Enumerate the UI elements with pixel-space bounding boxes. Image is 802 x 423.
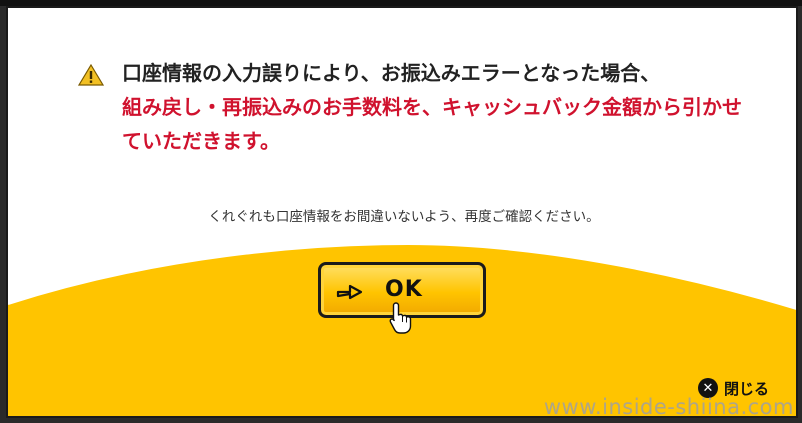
warning-message: 口座情報の入力誤りにより、お振込みエラーとなった場合、 組み戻し・再振込みのお手… — [122, 56, 742, 158]
warning-icon — [78, 64, 104, 86]
arrow-right-icon — [336, 284, 363, 300]
hand-cursor-icon — [389, 302, 412, 334]
sub-message: くれぐれも口座情報をお間違いないよう、再度ご確認ください。 — [208, 209, 600, 225]
warning-message-line1: 口座情報の入力誤りにより、お振込みエラーとなった場合、 — [122, 61, 661, 85]
confirmation-dialog: 口座情報の入力誤りにより、お振込みエラーとなった場合、 組み戻し・再振込みのお手… — [6, 6, 798, 418]
watermark: www.inside-shiina.com — [543, 395, 794, 419]
warning-message-red: 組み戻し・再振込みのお手数料を、キャッシュバック金額から引かせていただきます。 — [122, 95, 742, 153]
ok-button-label: OK — [385, 277, 423, 302]
